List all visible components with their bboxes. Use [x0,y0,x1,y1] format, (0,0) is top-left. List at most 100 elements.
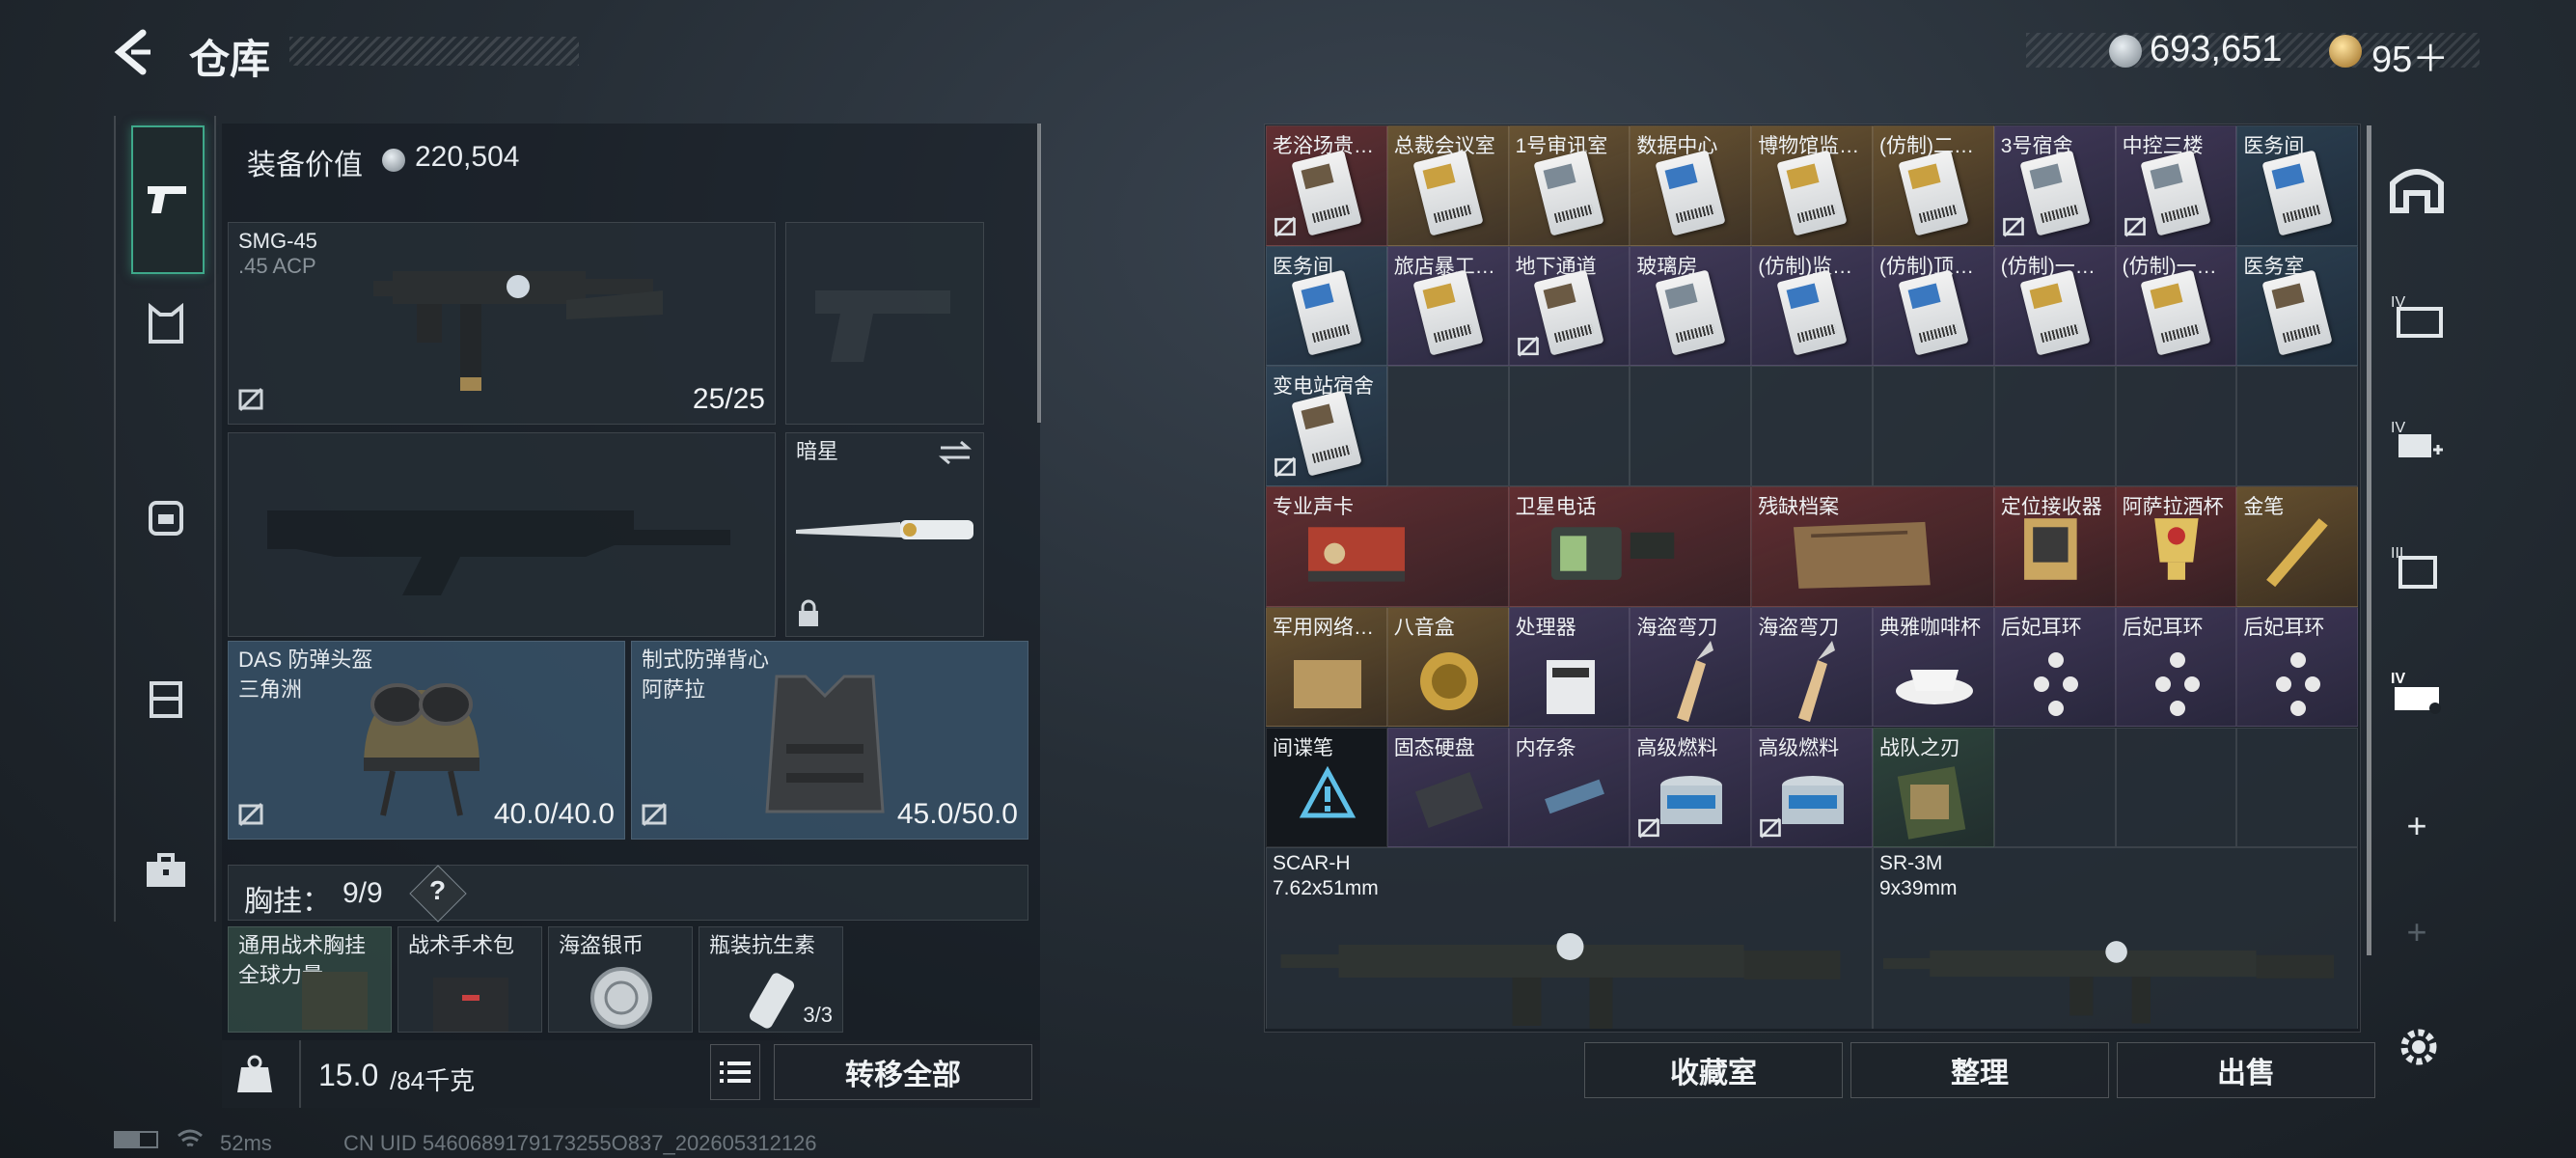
rifle-silhouette-icon [267,510,730,595]
empty-slot[interactable] [2236,727,2359,848]
valuable-item[interactable]: 海盗弯刀 [1751,606,1873,728]
valuable-item[interactable]: 间谍笔 [1266,727,1387,848]
valuable-item[interactable]: 军用网络… [1266,606,1387,728]
weapon-item[interactable]: SR-3M 9x39mm [1873,847,2359,1029]
secondary-weapon-slot[interactable] [228,432,776,637]
empty-slot[interactable] [1751,366,1873,487]
valuable-item[interactable]: 典雅咖啡杯 [1873,606,1994,728]
valuable-item[interactable]: 金笔 [2236,486,2359,607]
empty-slot[interactable] [1386,366,1509,487]
gear-icon[interactable] [2395,1023,2443,1071]
chest-rig-icon [149,303,183,344]
item-icon [1677,640,1714,722]
ticket-balance[interactable]: 95＋ [2371,29,2449,82]
keycard-item[interactable]: (仿制)一… [1993,245,2116,367]
keycard-item[interactable]: 数据中心 [1630,125,1752,246]
nav-storage-tab-active[interactable]: IV [2382,656,2452,726]
valuable-item[interactable]: 专业声卡 [1266,486,1509,607]
empty-slot[interactable] [1630,366,1752,487]
nav-rig[interactable] [131,290,201,359]
valuable-item[interactable]: 后妃耳环 [1993,606,2116,728]
valuable-item[interactable]: 八音盒 [1386,606,1509,728]
empty-slot[interactable] [2115,366,2237,487]
empty-slot[interactable] [1508,366,1631,487]
keycard-item[interactable]: 医务间 [1266,245,1387,367]
rig-item[interactable]: 通用战术胸挂 全球力量 [228,926,392,1033]
valuable-item[interactable]: 海盗弯刀 [1630,606,1752,728]
item-icon [2153,518,2199,580]
valuable-item[interactable]: 战队之刃 [1873,727,1994,848]
chest-rig-header[interactable]: 胸挂： 9/9 ? [228,865,1028,923]
no-insurance-icon [1274,216,1296,237]
keycard-item[interactable]: 医务室 [2236,245,2359,367]
valuable-item[interactable]: 内存条 [1508,727,1631,848]
keycard-item[interactable]: 变电站宿舍 [1266,366,1387,487]
valuable-item[interactable]: 定位接收器 [1993,486,2116,607]
back-arrow-icon[interactable] [108,27,158,77]
valuable-item[interactable]: 高级燃料 [1751,727,1873,848]
melee-slot[interactable]: 暗星 [785,432,984,637]
valuable-item[interactable]: 高级燃料 [1630,727,1752,848]
no-insurance-icon [238,387,263,412]
keycard-item[interactable]: 老浴场贵… [1266,125,1387,246]
nav-storage-tab-3[interactable]: III [2382,531,2452,600]
nav-storage-home[interactable] [2382,154,2452,224]
keycard-item[interactable]: 旅店暴工… [1386,245,1509,367]
knife-icon [796,520,973,539]
chest-rig-capacity: 9/9 [343,877,383,909]
primary-weapon-slot[interactable]: SMG-45 .45 ACP 25/25 [228,222,776,425]
swap-icon[interactable] [937,439,973,466]
keycard-item[interactable]: 地下通道 [1508,245,1631,367]
valuable-item[interactable]: 阿萨拉酒杯 [2115,486,2237,607]
list-view-button[interactable] [710,1044,760,1100]
keycard-item[interactable]: 3号宿舍 [1993,125,2116,246]
empty-slot[interactable] [2236,366,2359,487]
keycard-item[interactable]: 博物馆监… [1751,125,1873,246]
helmet-slot[interactable]: DAS 防弹头盔 三角洲 40.0/40.0 [228,641,625,840]
nav-safe-box[interactable] [131,664,201,733]
weapon-ammo: 7.62x51mm [1273,877,1379,900]
valuable-item[interactable]: 残缺档案 [1751,486,1994,607]
keycard-item[interactable]: (仿制)一… [2115,245,2237,367]
keycard-item[interactable]: 玻璃房 [1630,245,1752,367]
keycard-item[interactable]: 中控三楼 [2115,125,2237,246]
rig-item[interactable]: 瓶装抗生素 3/3 [699,926,843,1033]
empty-slot[interactable] [1993,727,2116,848]
item-icon [1307,527,1405,582]
nav-toolbox[interactable] [131,836,201,905]
nav-storage-tab-4[interactable]: IV [2382,280,2452,349]
keycard-item[interactable]: 医务间 [2236,125,2359,246]
valuable-item[interactable]: 卫星电话 [1508,486,1752,607]
valuable-item[interactable]: 后妃耳环 [2115,606,2237,728]
keycard-item[interactable]: (仿制)顶… [1873,245,1994,367]
coin-balance: 693,651 [2150,29,2283,69]
rig-item[interactable]: 战术手术包 [397,926,542,1033]
keycard-item[interactable]: 总裁会议室 [1386,125,1509,246]
nav-backpack[interactable] [131,481,201,550]
empty-slot[interactable] [1873,366,1994,487]
sell-button[interactable]: 出售 [2117,1042,2375,1098]
empty-slot[interactable] [2115,727,2237,848]
armor-slot[interactable]: 制式防弹背心 阿萨拉 45.0/50.0 [631,641,1028,840]
keycard-item[interactable]: 1号审讯室 [1508,125,1631,246]
valuable-item[interactable]: 后妃耳环 [2236,606,2359,728]
sidearm-slot[interactable] [785,222,984,425]
item-name: SCAR-H [1273,852,1351,875]
valuable-item[interactable]: 固态硬盘 [1386,727,1509,848]
weapon-item[interactable]: SCAR-H 7.62x51mm [1266,847,1873,1029]
scrollbar[interactable] [1037,124,1041,423]
empty-slot[interactable] [1993,366,2116,487]
collection-room-button[interactable]: 收藏室 [1584,1042,1843,1098]
add-tab-button[interactable]: + [2382,791,2452,861]
keycard-item[interactable]: (仿制)监… [1751,245,1873,367]
rig-item[interactable]: 海盗银币 [548,926,693,1033]
valuable-item[interactable]: 处理器 [1508,606,1631,728]
rig-item-name: 瓶装抗生素 [709,933,816,957]
item-icon [1414,771,1483,828]
nav-weapons[interactable] [131,125,205,274]
nav-storage-add-tab[interactable]: IV [2382,405,2452,475]
keycard-item[interactable]: (仿制)二… [1873,125,1994,246]
transfer-all-button[interactable]: 转移全部 [774,1044,1032,1100]
sort-button[interactable]: 整理 [1850,1042,2109,1098]
chest-rig-item-icon [302,972,368,1030]
